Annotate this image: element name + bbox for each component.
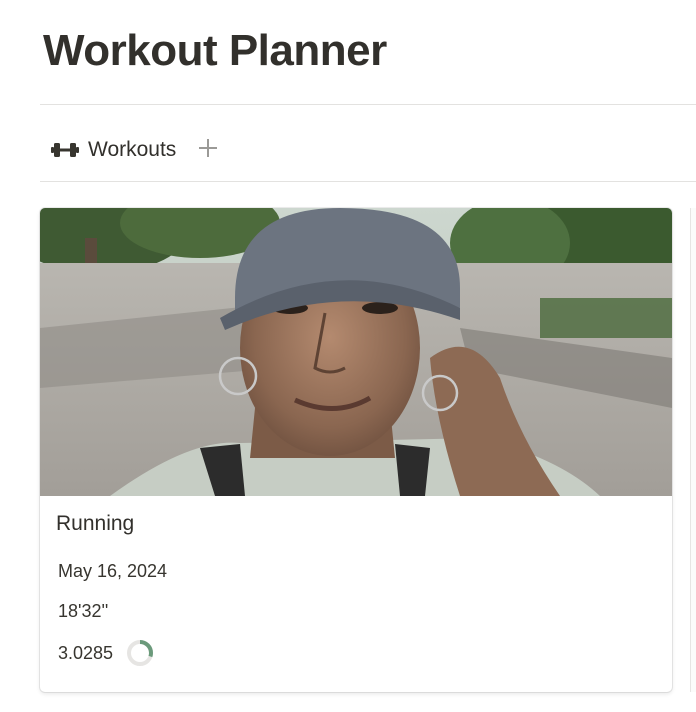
view-tabs: Workouts [50, 134, 220, 166]
tabs-divider [40, 181, 696, 182]
plus-icon [197, 137, 219, 164]
progress-ring-icon [125, 638, 155, 668]
card-cover-image [40, 208, 672, 496]
distance-property: 3.0285 [58, 638, 155, 668]
header-divider [40, 104, 696, 105]
tab-label: Workouts [88, 138, 177, 161]
date-property: May 16, 2024 [58, 561, 168, 581]
duration-property: 18'32'' [58, 601, 109, 621]
next-gallery-card-edge[interactable] [690, 208, 696, 692]
dumbbell-icon [50, 140, 80, 160]
tab-workouts[interactable]: Workouts [50, 138, 176, 162]
card-title: Running [56, 512, 135, 535]
page-title: Workout Planner [43, 26, 387, 75]
distance-value: 3.0285 [58, 642, 114, 663]
gallery-card[interactable]: Running May 16, 2024 18'32'' 3.0285 [40, 208, 672, 692]
add-view-button[interactable] [196, 138, 220, 162]
